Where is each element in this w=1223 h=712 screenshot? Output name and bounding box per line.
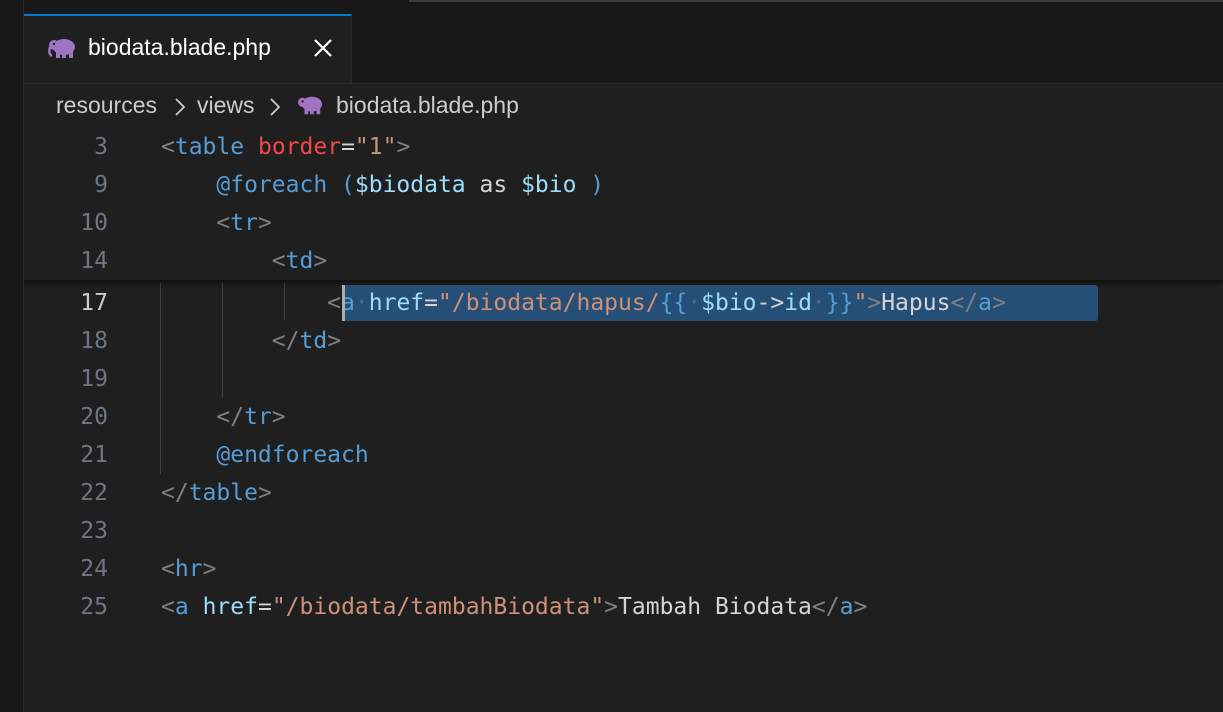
line-number: 3 [94,134,108,160]
line-number: 24 [80,556,108,582]
line-number: 17 [80,290,108,316]
code-line[interactable]: 21 @endforeach [24,436,1223,474]
code-line[interactable]: 18 </td> [24,322,1223,360]
text-cursor [342,285,345,321]
activity-bar-edge [0,0,24,712]
code-text: <hr> [161,556,217,582]
code-text: <a href="/biodata/tambahBiodata">Tambah … [161,594,868,620]
chevron-right-icon [175,98,186,116]
line-number: 25 [80,594,108,620]
code-line[interactable]: 3 <table border="1"> [24,128,1223,166]
line-number: 21 [80,442,108,468]
code-line[interactable]: 19 [24,360,1223,398]
code-text: @endforeach [216,442,369,468]
sticky-scroll-divider [24,280,1223,282]
breadcrumb-item-resources[interactable]: resources [56,92,157,119]
code-line[interactable]: 23 [24,512,1223,550]
code-text: <table border="1"> [161,134,411,160]
code-line[interactable]: 9 @foreach ($biodata as $bio ) [24,166,1223,204]
breadcrumb-item-views[interactable]: views [197,92,255,119]
line-number: 9 [94,172,108,198]
line-number: 22 [80,480,108,506]
code-line[interactable]: 10 <tr> [24,204,1223,242]
code-text: @foreach ($biodata as $bio ) [216,172,605,198]
line-number: 20 [80,404,108,430]
code-text: <tr> [216,210,272,236]
code-text: </table> [161,480,272,506]
code-text: <td> [271,248,328,274]
tabbar-divider [409,0,1223,2]
line-number: 23 [80,518,108,544]
breadcrumb-item-file[interactable]: biodata.blade.php [336,92,519,119]
code-line[interactable]: 22 </table> [24,474,1223,512]
code-editor[interactable]: 3 <table border="1"> 9 @foreach ($biodat… [24,128,1223,712]
code-line-active[interactable]: 17 <a·href="/biodata/hapus/{{·$bio->id·}… [24,284,1223,322]
code-line[interactable]: 24 <hr> [24,550,1223,588]
code-line[interactable]: 25 <a href="/biodata/tambahBiodata">Tamb… [24,588,1223,626]
php-elephant-icon [48,39,75,58]
line-number: 19 [80,366,108,392]
code-text: </tr> [216,404,286,430]
line-number: 14 [80,248,108,274]
code-text: </td> [271,328,342,354]
tab-label: biodata.blade.php [88,34,271,60]
line-number: 18 [80,328,108,354]
line-number: 10 [80,210,108,236]
close-icon[interactable] [311,36,335,60]
tab-biodata-blade[interactable]: biodata.blade.php [24,14,352,83]
code-line[interactable]: 14 <td> [24,242,1223,280]
code-text: <a·href="/biodata/hapus/{{·$bio->id·}}">… [327,290,1006,316]
code-line[interactable]: 20 </tr> [24,398,1223,436]
php-elephant-icon [298,96,323,115]
tab-bar: biodata.blade.php [24,0,1223,84]
chevron-right-icon [270,98,281,116]
